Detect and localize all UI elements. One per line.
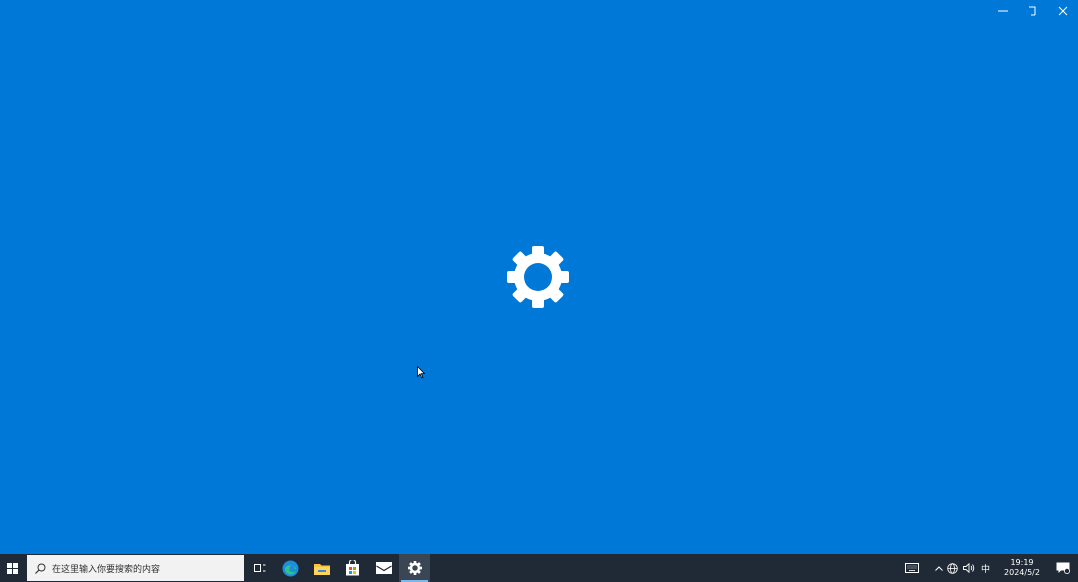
start-button[interactable] xyxy=(0,554,24,582)
settings-button[interactable] xyxy=(399,554,430,582)
notification-icon xyxy=(1056,562,1070,574)
search-icon xyxy=(35,563,46,574)
folder-icon xyxy=(313,563,330,575)
ime-mode-button[interactable]: 中 xyxy=(977,554,994,582)
windows-logo-icon xyxy=(6,562,18,574)
clock: 19:19 2024/5/2 xyxy=(1000,558,1044,578)
mail-button[interactable] xyxy=(368,554,399,582)
clock-date: 2024/5/2 xyxy=(1004,568,1040,577)
edge-button[interactable] xyxy=(275,554,306,582)
touch-keyboard-icon xyxy=(904,563,919,573)
gear-icon xyxy=(407,561,422,575)
task-view-button[interactable] xyxy=(244,554,275,582)
store-button[interactable] xyxy=(337,554,368,582)
taskbar-search-box[interactable]: 在这里输入你要搜索的内容 xyxy=(27,555,244,581)
clock-time: 19:19 xyxy=(1010,558,1034,567)
window-controls xyxy=(988,0,1078,22)
network-globe-icon xyxy=(947,562,959,574)
keyboard-button[interactable] xyxy=(897,554,927,582)
mouse-cursor-icon xyxy=(417,366,425,379)
close-icon xyxy=(1058,6,1068,16)
minimize-button[interactable] xyxy=(988,0,1018,22)
chevron-up-icon xyxy=(935,565,943,571)
system-tray: 中 19:19 2024/5/2 xyxy=(897,554,1078,582)
taskbar: 在这里输入你要搜索的内容 中 19:19 2024/5/2 xyxy=(0,554,1078,582)
speaker-icon xyxy=(963,563,975,573)
minimize-icon xyxy=(998,10,1008,12)
task-view-icon xyxy=(253,564,265,572)
search-placeholder: 在这里输入你要搜索的内容 xyxy=(52,564,161,575)
settings-gear-icon xyxy=(507,246,569,308)
edge-icon xyxy=(282,560,299,576)
restore-button[interactable] xyxy=(1018,0,1048,22)
settings-splash-window xyxy=(0,0,1078,554)
volume-button[interactable] xyxy=(961,554,977,582)
desktop-screen: 在这里输入你要搜索的内容 中 19:19 2024/5/2 xyxy=(0,0,1078,582)
store-bag-icon xyxy=(346,560,359,576)
mail-icon xyxy=(375,562,392,574)
close-button[interactable] xyxy=(1048,0,1078,22)
restore-icon xyxy=(1029,6,1036,16)
network-button[interactable] xyxy=(945,554,961,582)
ime-mode-label: 中 xyxy=(980,564,990,575)
show-hidden-icons-button[interactable] xyxy=(933,554,945,582)
file-explorer-button[interactable] xyxy=(306,554,337,582)
action-center-button[interactable] xyxy=(1048,554,1078,582)
clock-button[interactable]: 19:19 2024/5/2 xyxy=(1000,554,1044,582)
